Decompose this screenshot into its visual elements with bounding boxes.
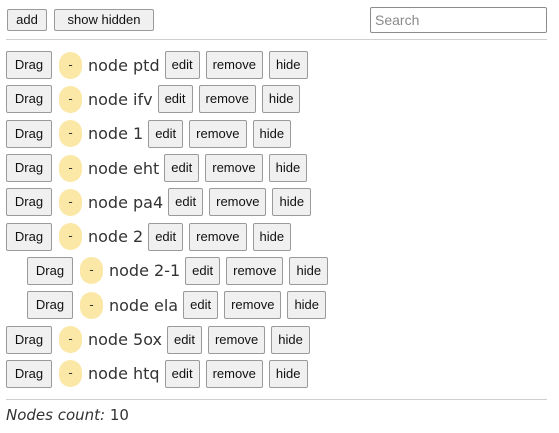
collapse-toggle[interactable]: -	[80, 291, 103, 319]
collapse-toggle[interactable]: -	[59, 360, 82, 388]
drag-handle-button[interactable]: Drag	[27, 256, 73, 285]
node-row: Drag - node 2 edit remove hide	[6, 219, 547, 253]
hide-button[interactable]: hide	[261, 85, 301, 114]
node-tree: Drag - node ptd edit remove hide Drag - node ifv…	[6, 48, 547, 391]
hide-button[interactable]: hide	[268, 51, 308, 80]
edit-button[interactable]: edit	[148, 119, 184, 148]
nodes-count: Nodes count: 10	[6, 406, 129, 424]
node-row: Drag - node ela edit remove hide	[6, 288, 547, 322]
collapse-toggle[interactable]: -	[80, 257, 103, 285]
edit-button[interactable]: edit	[148, 222, 184, 251]
drag-handle-button[interactable]: Drag	[6, 188, 52, 217]
drag-handle-button[interactable]: Drag	[6, 359, 52, 388]
remove-button[interactable]: remove	[205, 359, 263, 388]
node-label: node ela	[109, 295, 179, 315]
nodes-count-value: 10	[109, 406, 129, 424]
hide-button[interactable]: hide	[252, 119, 292, 148]
edit-button[interactable]: edit	[183, 291, 219, 320]
remove-button[interactable]: remove	[189, 119, 247, 148]
toolbar: add show hidden	[6, 7, 549, 34]
hide-button[interactable]: hide	[252, 222, 292, 251]
edit-button[interactable]: edit	[157, 85, 193, 114]
node-row: Drag - node 5ox edit remove hide	[6, 322, 547, 356]
edit-button[interactable]: edit	[164, 51, 200, 80]
edit-button[interactable]: edit	[168, 188, 204, 217]
drag-handle-button[interactable]: Drag	[6, 325, 52, 354]
node-label: node eht	[88, 158, 160, 178]
edit-button[interactable]: edit	[185, 256, 221, 285]
remove-button[interactable]: remove	[224, 291, 282, 320]
drag-handle-button[interactable]: Drag	[6, 51, 52, 80]
node-label: node 5ox	[88, 330, 162, 350]
search-input[interactable]	[370, 7, 547, 33]
hide-button[interactable]: hide	[272, 188, 312, 217]
show-hidden-button[interactable]: show hidden	[54, 9, 154, 31]
collapse-toggle[interactable]: -	[59, 223, 82, 251]
collapse-toggle[interactable]: -	[59, 85, 82, 113]
node-label: node 1	[88, 124, 144, 144]
drag-handle-button[interactable]: Drag	[6, 119, 52, 148]
node-row: Drag - node htq edit remove hide	[6, 357, 547, 391]
edit-button[interactable]: edit	[164, 359, 200, 388]
bottom-divider	[6, 399, 547, 400]
hide-button[interactable]: hide	[268, 359, 308, 388]
remove-button[interactable]: remove	[207, 325, 266, 354]
collapse-toggle[interactable]: -	[59, 188, 82, 216]
drag-handle-button[interactable]: Drag	[6, 85, 52, 114]
remove-button[interactable]: remove	[205, 51, 263, 80]
collapse-toggle[interactable]: -	[59, 120, 82, 148]
node-label: node htq	[88, 364, 160, 384]
nodes-count-label: Nodes count:	[6, 406, 106, 424]
drag-handle-button[interactable]: Drag	[6, 154, 52, 183]
node-label: node 2	[88, 227, 144, 247]
collapse-toggle[interactable]: -	[59, 51, 82, 79]
node-label: node ptd	[88, 55, 160, 75]
drag-handle-button[interactable]: Drag	[27, 291, 73, 320]
node-label: node pa4	[88, 192, 164, 212]
drag-handle-button[interactable]: Drag	[6, 222, 52, 251]
node-row: Drag - node ifv edit remove hide	[6, 82, 547, 116]
collapse-toggle[interactable]: -	[59, 326, 82, 354]
remove-button[interactable]: remove	[189, 222, 247, 251]
node-row: Drag - node pa4 edit remove hide	[6, 185, 547, 219]
hide-button[interactable]: hide	[289, 256, 329, 285]
remove-button[interactable]: remove	[209, 188, 267, 217]
node-row: Drag - node eht edit remove hide	[6, 151, 547, 185]
collapse-toggle[interactable]: -	[59, 154, 82, 182]
top-divider	[6, 39, 547, 40]
node-label: node 2-1	[109, 261, 181, 281]
hide-button[interactable]: hide	[268, 154, 308, 183]
add-button[interactable]: add	[7, 9, 47, 31]
node-row: Drag - node ptd edit remove hide	[6, 48, 547, 82]
hide-button[interactable]: hide	[287, 291, 327, 320]
remove-button[interactable]: remove	[198, 85, 256, 114]
hide-button[interactable]: hide	[271, 325, 310, 354]
node-row: Drag - node 2-1 edit remove hide	[6, 254, 547, 288]
edit-button[interactable]: edit	[166, 325, 202, 354]
remove-button[interactable]: remove	[226, 256, 284, 285]
remove-button[interactable]: remove	[205, 154, 263, 183]
node-row: Drag - node 1 edit remove hide	[6, 117, 547, 151]
edit-button[interactable]: edit	[164, 154, 200, 183]
node-label: node ifv	[88, 89, 153, 109]
tree-app: add show hidden Drag-node ptdeditremoveh…	[0, 0, 559, 433]
